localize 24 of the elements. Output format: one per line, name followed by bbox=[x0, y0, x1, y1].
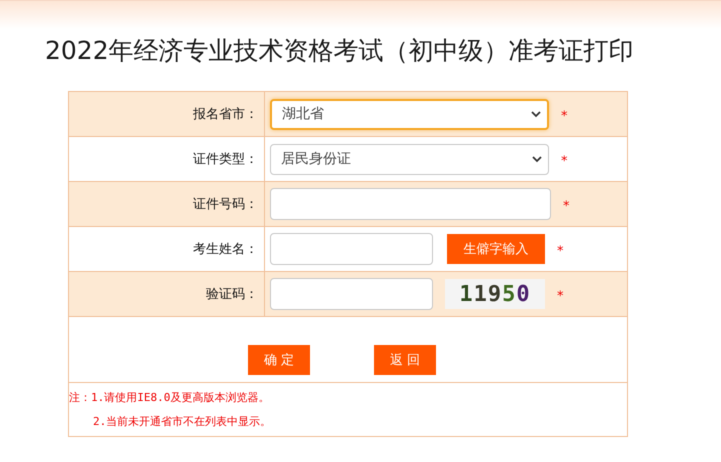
rare-character-button[interactable]: 生僻字输入 bbox=[447, 234, 545, 264]
back-button[interactable]: 返 回 bbox=[374, 345, 436, 375]
input-field[interactable] bbox=[270, 278, 433, 310]
field-label: 报名省市： bbox=[193, 106, 258, 123]
required-mark: * bbox=[563, 198, 570, 214]
chevron-icon bbox=[531, 110, 541, 118]
page-title: 2022年经济专业技术资格考试（初中级）准考证打印 bbox=[45, 35, 635, 67]
confirm-button[interactable]: 确 定 bbox=[248, 345, 310, 375]
field-label: 考生姓名： bbox=[193, 241, 258, 258]
note-text: 2.当前未开通省市不在列表中显示。 bbox=[93, 414, 272, 430]
chevron-icon bbox=[532, 156, 542, 162]
captcha-image: 11950 bbox=[445, 279, 545, 309]
field-label: 验证码： bbox=[206, 286, 258, 303]
field-label: 证件号码： bbox=[193, 196, 258, 213]
note-text: 注：1.请使用IE8.0及更高版本浏览器。 bbox=[69, 390, 270, 406]
required-mark: * bbox=[557, 288, 564, 304]
required-mark: * bbox=[561, 108, 568, 124]
required-mark: * bbox=[561, 154, 568, 168]
field-label: 证件类型： bbox=[193, 151, 258, 168]
select-field[interactable]: 居民身份证 bbox=[270, 144, 549, 174]
select-field[interactable]: 湖北省 bbox=[270, 98, 549, 130]
required-mark: * bbox=[557, 244, 564, 258]
input-field[interactable] bbox=[270, 233, 433, 265]
input-field[interactable] bbox=[270, 188, 551, 220]
